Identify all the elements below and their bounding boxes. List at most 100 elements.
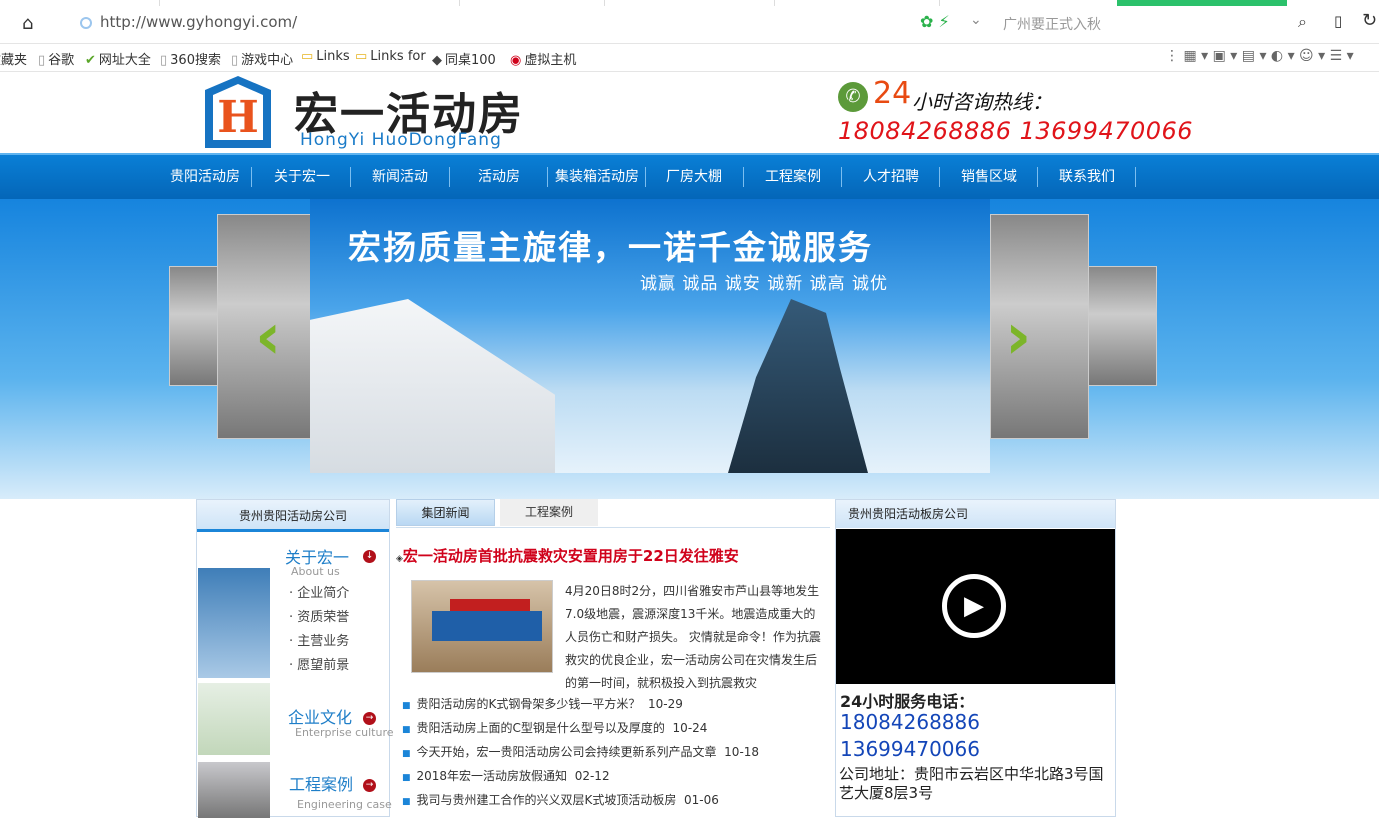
tab[interactable] [460,0,605,6]
news-item[interactable]: ■ 贵阳活动房的K式钢骨架多少钱一平方米？ 10-29 [402,692,830,716]
nav-item-container[interactable]: 集装箱活动房 [550,155,644,199]
logo-subtitle: HongYi HuoDongFang [300,130,502,150]
news-image[interactable] [411,580,553,673]
video-player[interactable]: ▶ [836,529,1115,684]
bookmark-item[interactable]: ▯ 360搜索 [160,49,221,68]
news-item[interactable]: ■ 今天开始，宏一贵阳活动房公司会持续更新系列产品文章 10-18 [402,740,830,764]
mountain-image [728,299,868,473]
banner-title: 宏扬质量主旋律，一诺千金诚服务 [348,228,873,267]
bookmark-item[interactable]: ▭ Links for [355,49,426,64]
nav-item-sales[interactable]: 销售区域 [945,155,1033,199]
page-icon: ▯ [38,53,46,68]
building-image [310,299,555,473]
bookmark-item[interactable]: ◆ 同桌100 [432,49,496,68]
bookmark-item[interactable]: ◉ 虚拟主机 [510,49,576,68]
bookmarks-bar: 收藏夹 ▯谷歌 ✔网址大全 ▯360搜索 ▯游戏中心 ▭Links ▭Links… [0,44,1379,72]
mobile-icon[interactable]: ▯ [1334,12,1342,30]
bullet-icon: ■ [402,701,411,711]
nav-divider [645,167,646,187]
link-business[interactable]: · 主营业务 [289,630,349,649]
nav-item-cases[interactable]: 工程案例 [749,155,837,199]
tab-divider [396,527,830,528]
nav-item-factory[interactable]: 厂房大棚 [650,155,738,199]
refresh-icon[interactable]: ↻ [1362,10,1377,31]
news-item[interactable]: ■ 我司与贵州建工合作的兴义双层K式坡顶活动板房 01-06 [402,788,830,812]
contact-panel: 贵州贵阳活动板房公司 ▶ 24小时服务电话： 18084268886 13699… [835,499,1116,817]
play-icon[interactable]: ▶ [942,574,1006,638]
bookmark-item[interactable]: ▯ 谷歌 [38,49,74,68]
arrow-down-icon[interactable]: ↓ [363,550,376,563]
bookmark-item[interactable]: ✔ 网址大全 [85,49,151,68]
speed-mode-icon[interactable]: ✿ ⚡ [920,12,950,31]
logo-letter: H [217,92,259,143]
carousel-thumb-right-far[interactable] [1088,266,1157,386]
contact-panel-title: 贵州贵阳活动板房公司 [836,500,1115,528]
headline[interactable]: ◈宏一活动房首批抗震救灾安置用房于22日发往雅安 [396,545,739,566]
tab[interactable] [160,0,460,6]
arrow-right-icon[interactable]: → [363,779,376,792]
home-icon[interactable]: ⌂ [22,13,46,35]
bullet-icon: ■ [402,725,411,735]
news-list: ■ 贵阳活动房的K式钢骨架多少钱一平方米？ 10-29 ■ 贵阳活动房上面的C型钢是… [402,692,830,812]
hao-icon: ✔ [85,53,96,68]
bookmark-item[interactable]: ▭ Links [301,49,350,64]
news-summary: 4月20日8时2分，四川省雅安市芦山县等地发生7.0级地震，震源深度13千米。地… [565,584,821,690]
nav-divider [350,167,351,187]
tab[interactable] [775,0,940,6]
about-en: About us [291,565,340,578]
logo-icon[interactable]: H [205,76,271,148]
news-item[interactable]: ■ 2018年宏一活动房放假通知 02-12 [402,764,830,788]
search-icon[interactable]: ⌕ [1298,12,1307,32]
folder-icon: ▭ [301,49,314,64]
tab-strip [0,0,1379,6]
nav-item-news[interactable]: 新闻活动 [355,155,445,199]
hotline-numbers: 18084268886 13699470066 [838,117,1194,145]
culture-title[interactable]: 企业文化 [288,704,352,728]
tab-active[interactable] [1117,0,1287,6]
left-panel: 贵州贵阳活动房公司 关于宏一 About us ↓ · 企业简介 · 资质荣誉 … [196,499,394,818]
bookmark-item[interactable]: 收藏夹 [0,49,27,68]
link-company-intro[interactable]: · 企业简介 [289,582,349,601]
nav-divider [547,167,548,187]
nav-item-houses[interactable]: 活动房 [455,155,543,199]
bookmark-item[interactable]: ▯ 游戏中心 [231,49,293,68]
carousel-thumb-left-far[interactable] [169,266,219,386]
link-honors[interactable]: · 资质荣誉 [289,606,349,625]
main-nav: 贵阳活动房 关于宏一 新闻活动 活动房 集装箱活动房 厂房大棚 工程案例 人才招… [0,153,1379,199]
nav-divider [1037,167,1038,187]
bullet-icon: ■ [402,797,411,807]
tab[interactable] [0,0,160,6]
page-icon: ▯ [231,53,239,68]
search-input[interactable]: 广州要正式入秋 [1003,14,1101,34]
tab-cases[interactable]: 工程案例 [500,499,598,526]
bullet-icon: ◈ [396,554,403,564]
arrow-right-icon[interactable]: → [363,712,376,725]
cases-thumb [198,762,270,818]
news-item[interactable]: ■ 贵阳活动房上面的C型钢是什么型号以及厚度的 10-24 [402,716,830,740]
tab[interactable] [605,0,775,6]
cases-title[interactable]: 工程案例 [289,771,353,795]
site-info-icon[interactable] [80,17,92,29]
nav-item-home[interactable]: 贵阳活动房 [163,155,247,199]
chevron-down-icon[interactable]: ⌄ [970,12,982,28]
nav-divider [841,167,842,187]
left-panel-title: 贵州贵阳活动房公司 [197,500,389,532]
news-panel: 集团新闻 工程案例 ◈宏一活动房首批抗震救灾安置用房于22日发往雅安 4月20日… [396,499,830,817]
nav-item-jobs[interactable]: 人才招聘 [847,155,935,199]
tab-group-news[interactable]: 集团新闻 [396,499,495,526]
carousel-main-slide[interactable]: 宏扬质量主旋律，一诺千金诚服务 诚赢 诚品 诚安 诚新 诚高 诚优 [310,199,990,473]
nav-divider [1135,167,1136,187]
nav-item-about[interactable]: 关于宏一 [258,155,346,199]
address-bar[interactable]: http://www.gyhongyi.com/ [100,13,297,31]
service-phone[interactable]: 18084268886 [840,710,980,734]
service-phone[interactable]: 13699470066 [840,737,980,761]
carousel-prev-icon[interactable]: ‹ [255,302,295,372]
link-vision[interactable]: · 愿望前景 [289,654,349,673]
graduation-icon: ◆ [432,53,442,68]
phone-icon: ✆ [838,82,868,112]
culture-thumb [198,683,270,755]
extension-icons[interactable]: ⋮ ▦ ▾ ▣ ▾ ▤ ▾ ◐ ▾ ☺ ▾ ☰ ▾ [1165,48,1354,64]
nav-item-contact[interactable]: 联系我们 [1043,155,1131,199]
hotline-24: 24 [873,76,912,111]
carousel-next-icon[interactable]: › [1005,302,1045,372]
